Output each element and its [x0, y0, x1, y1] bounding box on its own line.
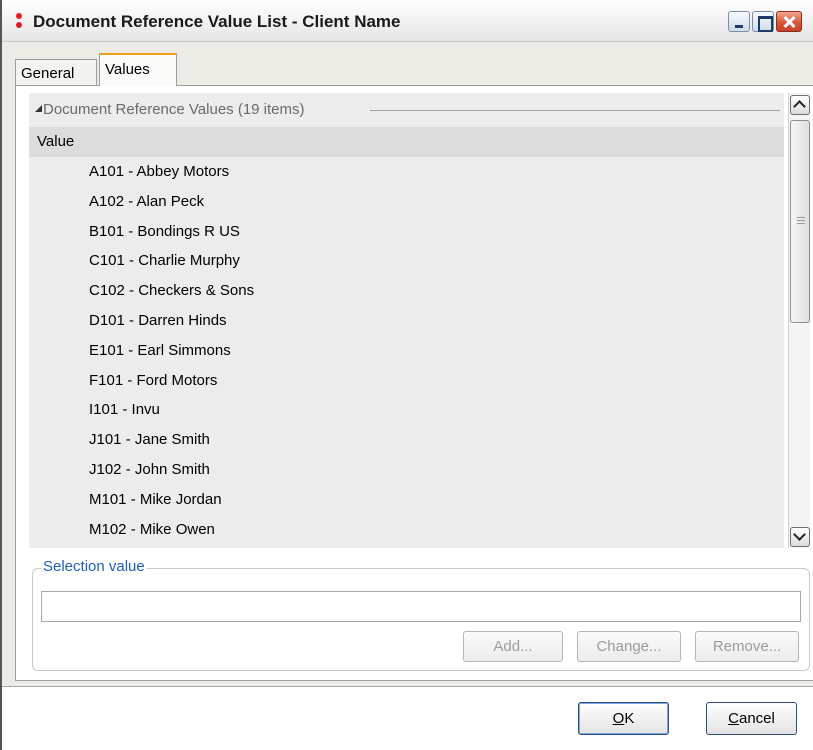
- values-tab-panel: Document Reference Values (19 items) Val…: [15, 85, 813, 681]
- selection-value-group: Selection value Add... Change... Remove.…: [32, 558, 810, 671]
- selection-value-input[interactable]: [41, 591, 801, 622]
- window-title: Document Reference Value List - Client N…: [33, 12, 401, 31]
- cancel-accelerator: C: [728, 710, 739, 727]
- grip-icon: [797, 217, 805, 224]
- tab-values[interactable]: Values: [99, 53, 177, 86]
- list-item[interactable]: A101 - Abbey Motors: [29, 157, 784, 187]
- list-item[interactable]: M101 - Mike Jordan: [29, 485, 784, 515]
- list-item[interactable]: J101 - Jane Smith: [29, 425, 784, 455]
- list-item[interactable]: A102 - Alan Peck: [29, 187, 784, 217]
- list-item[interactable]: I101 - Invu: [29, 395, 784, 425]
- ok-button[interactable]: OK: [578, 702, 669, 735]
- list-item[interactable]: D101 - Darren Hinds: [29, 306, 784, 336]
- ok-accelerator: O: [612, 710, 625, 727]
- dialog-window: Document Reference Value List - Client N…: [0, 0, 813, 750]
- list-item[interactable]: C101 - Charlie Murphy: [29, 246, 784, 276]
- list-item[interactable]: C102 - Checkers & Sons: [29, 276, 784, 306]
- group-header[interactable]: Document Reference Values (19 items): [29, 97, 784, 123]
- tab-general[interactable]: General: [15, 59, 97, 86]
- values-list[interactable]: Document Reference Values (19 items) Val…: [29, 93, 784, 548]
- list-rows: A101 - Abbey Motors A102 - Alan Peck B10…: [29, 157, 784, 544]
- collapse-triangle-icon[interactable]: [35, 105, 42, 112]
- group-header-label: Document Reference Values (19 items): [43, 101, 305, 118]
- remove-button[interactable]: Remove...: [695, 631, 799, 662]
- change-button[interactable]: Change...: [577, 631, 681, 662]
- ok-label: K: [624, 710, 635, 727]
- list-item[interactable]: B101 - Bondings R US: [29, 217, 784, 247]
- group-header-divider: [370, 110, 780, 111]
- add-button[interactable]: Add...: [463, 631, 563, 662]
- list-item[interactable]: F101 - Ford Motors: [29, 366, 784, 396]
- title-bar[interactable]: Document Reference Value List - Client N…: [2, 0, 813, 42]
- maximize-button[interactable]: [752, 11, 774, 32]
- cancel-button[interactable]: Cancel: [706, 702, 797, 735]
- chevron-down-icon[interactable]: [790, 527, 810, 547]
- vertical-scrollbar[interactable]: [788, 93, 810, 548]
- selection-value-legend: Selection value: [41, 558, 147, 575]
- list-item[interactable]: E101 - Earl Simmons: [29, 336, 784, 366]
- minimize-button[interactable]: [728, 11, 750, 32]
- close-button[interactable]: [776, 11, 802, 32]
- dialog-footer: OK Cancel: [2, 688, 813, 750]
- app-dots-icon: [15, 12, 23, 30]
- cancel-label: ancel: [738, 710, 775, 727]
- column-header-value[interactable]: Value: [29, 127, 784, 157]
- scrollbar-thumb[interactable]: [790, 120, 810, 323]
- list-item[interactable]: J102 - John Smith: [29, 455, 784, 485]
- chevron-up-icon[interactable]: [790, 95, 810, 115]
- list-item[interactable]: M102 - Mike Owen: [29, 515, 784, 545]
